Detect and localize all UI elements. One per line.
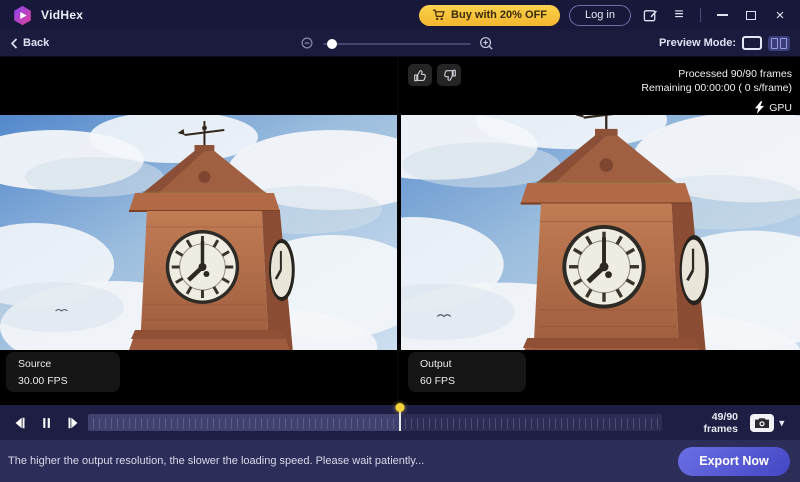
footer-bar: The higher the output resolution, the sl… [0, 440, 800, 482]
output-info-box: Output 60 FPS [408, 352, 526, 392]
titlebar-actions: Buy with 20% OFF Log in ≡ × [419, 5, 790, 26]
toolbar: Back Preview Mode: [0, 30, 800, 57]
processing-status: Processed 90/90 frames Remaining 00:00:0… [641, 67, 792, 114]
gpu-label: GPU [769, 102, 792, 114]
back-button[interactable]: Back [10, 37, 49, 49]
maximize-button[interactable] [741, 5, 761, 25]
thumbs-down-button[interactable] [437, 64, 461, 86]
app-branding: VidHex [12, 5, 83, 26]
processed-frames-text: Processed 90/90 frames [641, 67, 792, 81]
snapshot-dropdown-button[interactable]: ▾ [779, 416, 785, 429]
feedback-button[interactable] [640, 5, 660, 25]
login-button[interactable]: Log in [569, 5, 631, 26]
source-video-frame [0, 115, 397, 350]
split-left-cell [771, 38, 778, 49]
source-info-box: Source 30.00 FPS [6, 352, 120, 392]
output-fps-value: 60 FPS [420, 375, 514, 387]
output-video-frame [401, 115, 800, 350]
preview-mode-control: Preview Mode: [659, 36, 790, 51]
dropdown-arrow-icon: ▾ [779, 417, 785, 429]
back-chevron-icon [10, 38, 19, 49]
preview-stage: Processed 90/90 frames Remaining 00:00:0… [0, 57, 800, 405]
back-label: Back [23, 37, 49, 49]
source-label: Source [18, 358, 108, 370]
app-logo-icon [12, 5, 33, 26]
feedback-thumbs [408, 64, 461, 86]
menu-button[interactable]: ≡ [669, 5, 689, 25]
playback-controls [8, 405, 84, 440]
timeline-ticks [88, 418, 662, 429]
thumbs-up-icon [413, 68, 428, 83]
thumbs-down-icon [442, 68, 457, 83]
maximize-icon [746, 11, 756, 20]
feedback-icon [643, 8, 658, 23]
snapshot-button[interactable] [750, 414, 774, 432]
notice-text: The higher the output resolution, the sl… [8, 455, 424, 467]
preview-mode-split-icon[interactable] [768, 36, 790, 51]
buy-button[interactable]: Buy with 20% OFF [419, 5, 560, 26]
thumbs-up-button[interactable] [408, 64, 432, 86]
playhead-handle[interactable] [399, 408, 401, 431]
export-now-button[interactable]: Export Now [678, 447, 790, 476]
minimize-button[interactable] [712, 5, 732, 25]
zoom-out-icon[interactable] [300, 36, 315, 51]
frame-counter: 49/90 frames [678, 411, 738, 435]
previous-frame-button[interactable] [8, 412, 30, 434]
buy-button-label: Buy with 20% OFF [451, 9, 547, 21]
output-label: Output [420, 358, 514, 370]
app-title: VidHex [41, 8, 83, 22]
zoom-slider-thumb[interactable] [327, 39, 337, 49]
timeline-slider[interactable] [88, 414, 662, 431]
camera-icon [754, 417, 770, 429]
split-right-cell [780, 38, 787, 49]
playback-bar: 49/90 frames ▾ [0, 405, 800, 440]
close-button[interactable]: × [770, 5, 790, 25]
pause-button[interactable] [35, 412, 57, 434]
next-frame-icon [66, 416, 81, 430]
zoom-slider[interactable] [323, 43, 471, 45]
minimize-icon [717, 14, 728, 16]
hamburger-icon: ≡ [674, 7, 683, 23]
gpu-indicator: GPU [641, 101, 792, 114]
preview-mode-single-icon[interactable] [742, 36, 762, 50]
pause-icon [40, 416, 53, 430]
lightning-bolt-icon [755, 101, 764, 114]
preview-mode-label: Preview Mode: [659, 37, 736, 49]
source-fps-value: 30.00 FPS [18, 375, 108, 387]
close-icon: × [776, 8, 785, 23]
zoom-control [300, 30, 494, 57]
zoom-in-icon[interactable] [479, 36, 494, 51]
remaining-time-text: Remaining 00:00:00 ( 0 s/frame) [641, 81, 792, 95]
next-frame-button[interactable] [62, 412, 84, 434]
previous-frame-icon [12, 416, 27, 430]
titlebar-divider [700, 8, 701, 22]
cart-icon [432, 9, 445, 21]
titlebar: VidHex Buy with 20% OFF Log in ≡ × [0, 0, 800, 30]
